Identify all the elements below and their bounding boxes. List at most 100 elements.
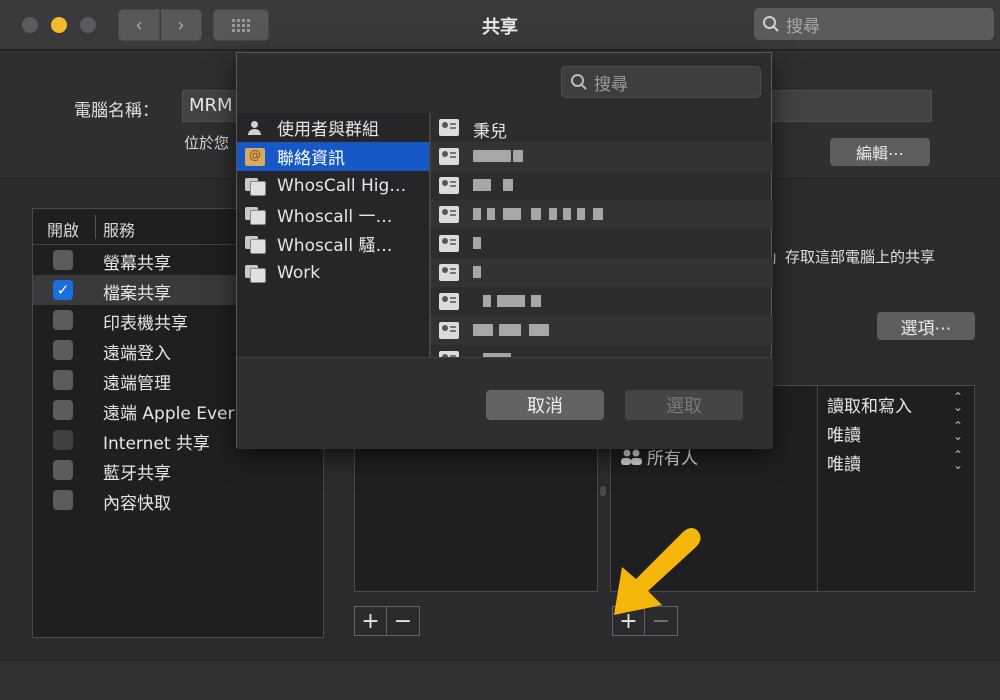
service-row-content-caching[interactable]: 內容快取 [33, 485, 323, 515]
contact-card-icon [439, 177, 459, 194]
local-hostname-text: 位於您 [184, 134, 230, 152]
permission-value: 唯讀 [827, 455, 861, 475]
source-item-contacts[interactable]: 聯絡資訊 [237, 142, 429, 171]
service-checkbox[interactable] [53, 370, 73, 390]
folder-add-remove-control: + − [354, 606, 420, 636]
service-label: 螢幕共享 [103, 254, 171, 274]
search-icon [571, 74, 587, 90]
service-label: 內容快取 [103, 494, 171, 514]
split-view-handle[interactable] [600, 486, 606, 496]
service-label: 遠端管理 [103, 374, 171, 394]
service-checkbox[interactable] [53, 250, 73, 270]
bottom-bar [0, 660, 1000, 700]
select-user-sheet: 搜尋 使用者與群組 聯絡資訊 WhosCall Hig… Whoscall 一…… [236, 52, 773, 449]
contact-card-icon [439, 293, 459, 310]
source-label: Whoscall 一… [277, 207, 393, 227]
service-checkbox[interactable] [53, 430, 73, 450]
contact-row[interactable] [431, 229, 773, 258]
contact-list: 秉兒 [431, 113, 773, 357]
source-item-whoscall-high[interactable]: WhosCall Hig… [237, 171, 429, 200]
service-checkbox[interactable] [53, 340, 73, 360]
zoom-window-button[interactable] [80, 17, 96, 33]
source-item-users-groups[interactable]: 使用者與群組 [237, 113, 429, 142]
contact-card-icon [439, 264, 459, 281]
permission-value: 唯讀 [827, 426, 861, 446]
contact-group-icon [245, 264, 266, 283]
redacted-name [473, 266, 481, 278]
close-window-button[interactable] [22, 17, 38, 33]
service-label: 遠端 Apple Ever [103, 404, 235, 424]
contact-row[interactable] [431, 200, 773, 229]
search-field[interactable]: 搜尋 [754, 8, 994, 40]
show-all-button[interactable] [213, 9, 269, 41]
address-book-icon [245, 147, 265, 166]
column-header-service: 服務 [103, 221, 136, 240]
up-down-chevron-icon: ⌃ ⌄ [952, 419, 963, 443]
redacted-name [473, 179, 491, 191]
chevron-left-icon: ‹ [135, 14, 143, 36]
permission-select[interactable]: 唯讀 ⌃ ⌄ [827, 448, 967, 475]
group-icon [621, 449, 642, 465]
sheet-search-field[interactable]: 搜尋 [561, 66, 761, 98]
contact-card-icon [439, 322, 459, 339]
search-placeholder: 搜尋 [594, 74, 628, 95]
service-checkbox[interactable] [53, 310, 73, 330]
redacted-name [483, 295, 491, 307]
chevron-right-icon: › [177, 14, 185, 36]
service-label: 遠端登入 [103, 344, 171, 364]
service-checkbox[interactable] [53, 460, 73, 480]
contact-card-icon [439, 206, 459, 223]
remove-folder-button[interactable]: − [387, 606, 420, 636]
computer-name-label: 電腦名稱： [74, 101, 159, 121]
cancel-button[interactable]: 取消 [486, 390, 604, 420]
service-checkbox[interactable] [53, 490, 73, 510]
service-checkbox[interactable] [53, 400, 73, 420]
redacted-name [473, 237, 481, 249]
contact-row[interactable] [431, 171, 773, 200]
service-label: 藍牙共享 [103, 464, 171, 484]
source-list: 使用者與群組 聯絡資訊 WhosCall Hig… Whoscall 一… Wh… [237, 113, 429, 357]
up-down-chevron-icon: ⌃ ⌄ [952, 448, 963, 472]
source-label: WhosCall Hig… [277, 175, 407, 196]
select-button[interactable]: 選取 [625, 390, 743, 420]
contact-card-icon [439, 235, 459, 252]
access-description: 」存取這部電腦上的共享 [770, 248, 936, 266]
source-item-whoscall-2[interactable]: Whoscall 騷… [237, 229, 429, 258]
minimize-window-button[interactable] [51, 17, 67, 33]
contact-row[interactable]: 秉兒 [431, 113, 773, 142]
contact-group-icon [245, 177, 266, 196]
source-label: 使用者與群組 [277, 120, 379, 140]
contact-row[interactable] [431, 258, 773, 287]
contact-row[interactable] [431, 316, 773, 345]
contact-row[interactable] [431, 287, 773, 316]
contact-group-icon [245, 235, 266, 254]
source-label: 聯絡資訊 [277, 149, 345, 169]
permission-select[interactable]: 讀取和寫入 ⌃ ⌄ [827, 390, 967, 417]
edit-button[interactable]: 編輯⋯ [830, 138, 930, 166]
column-header-on: 開啟 [47, 221, 80, 240]
contact-name: 秉兒 [473, 122, 507, 142]
source-label: Whoscall 騷… [277, 236, 393, 256]
contact-group-icon [245, 206, 266, 225]
contact-card-icon [439, 119, 459, 136]
service-row-bluetooth-sharing[interactable]: 藍牙共享 [33, 455, 323, 485]
options-button[interactable]: 選項⋯ [877, 312, 975, 340]
source-item-work[interactable]: Work [237, 258, 429, 287]
forward-button[interactable]: › [160, 9, 202, 41]
service-label: 印表機共享 [103, 314, 188, 334]
grid-icon [232, 18, 250, 32]
title-bar: ‹ › 共享 搜尋 [0, 0, 1000, 50]
redacted-name [473, 150, 511, 162]
checkmark-icon: ✓ [56, 281, 70, 299]
source-label: Work [277, 262, 321, 283]
back-button[interactable]: ‹ [118, 9, 160, 41]
service-checkbox[interactable]: ✓ [53, 280, 73, 300]
add-folder-button[interactable]: + [354, 606, 387, 636]
contact-row[interactable] [431, 142, 773, 171]
permission-select[interactable]: 唯讀 ⌃ ⌄ [827, 419, 967, 446]
sheet-footer: 取消 選取 [237, 357, 773, 449]
contact-row[interactable] [431, 345, 773, 357]
redacted-name [473, 208, 481, 220]
source-item-whoscall-1[interactable]: Whoscall 一… [237, 200, 429, 229]
up-down-chevron-icon: ⌃ ⌄ [952, 390, 963, 414]
